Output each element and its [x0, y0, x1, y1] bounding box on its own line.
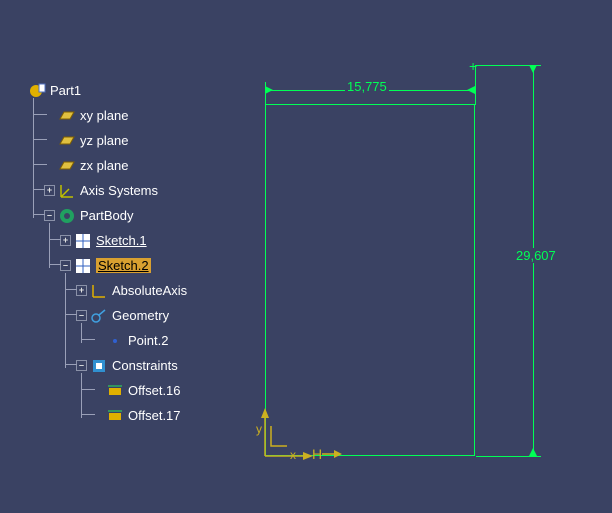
constraints-icon: [90, 357, 108, 375]
tree-connector: [33, 189, 45, 190]
axis-system-icon: [58, 182, 76, 200]
tree-node-yz-plane[interactable]: yz plane: [44, 128, 228, 153]
tree-node-sketch2[interactable]: – Sketch.2: [60, 253, 228, 278]
tree-label: xy plane: [80, 108, 128, 123]
tree-connector: [33, 164, 47, 165]
tree-label-active: Sketch.2: [96, 258, 151, 273]
expand-icon[interactable]: +: [44, 185, 55, 196]
plane-icon: [58, 157, 76, 175]
tree-label: Point.2: [128, 333, 168, 348]
tree-node-xy-plane[interactable]: xy plane: [44, 103, 228, 128]
tree-connector: [81, 323, 82, 343]
axis-x-label: x: [290, 448, 296, 462]
dim-arrow-icon: [529, 448, 537, 456]
geometry-icon: [90, 307, 108, 325]
tree-connector: [49, 264, 61, 265]
collapse-icon[interactable]: –: [44, 210, 55, 221]
tree-connector: [49, 239, 61, 240]
tree-node-offset17[interactable]: Offset.17: [92, 403, 228, 428]
constraint-dim-icon: [106, 407, 124, 425]
dim-v-ext: [476, 456, 541, 457]
tree-connector: [81, 389, 95, 390]
dim-arrow-icon: [265, 86, 273, 94]
axis-y-label: y: [256, 422, 262, 436]
tree-label: yz plane: [80, 133, 128, 148]
h-direction-icon: [302, 446, 342, 465]
gear-part-icon: [28, 82, 46, 100]
tree-spacer: [44, 110, 55, 121]
tree-connector: [65, 273, 66, 368]
tree-spacer: [44, 160, 55, 171]
tree-label: PartBody: [80, 208, 133, 223]
plane-icon: [58, 132, 76, 150]
axis-icon: [90, 282, 108, 300]
tree-label: Axis Systems: [80, 183, 158, 198]
dim-v-value[interactable]: 29,607: [514, 248, 558, 263]
tree-node-offset16[interactable]: Offset.16: [92, 378, 228, 403]
tree-label: Constraints: [112, 358, 178, 373]
tree-connector: [81, 414, 95, 415]
point-marker-icon: +: [469, 58, 477, 74]
tree-connector: [65, 314, 77, 315]
dim-arrow-icon: [529, 65, 537, 73]
tree-connector: [33, 114, 47, 115]
tree-node-geometry[interactable]: – Geometry: [76, 303, 228, 328]
tree-node-sketch1[interactable]: + Sketch.1: [60, 228, 228, 253]
tree-label: Offset.17: [128, 408, 181, 423]
tree-spacer: [92, 410, 103, 421]
tree-node-point2[interactable]: Point.2: [92, 328, 228, 353]
tree-connector: [33, 214, 45, 215]
expand-icon[interactable]: +: [60, 235, 71, 246]
tree-label: Offset.16: [128, 383, 181, 398]
tree-connector: [65, 364, 77, 365]
dim-arrow-icon: [467, 86, 475, 94]
collapse-icon[interactable]: –: [60, 260, 71, 271]
tree-spacer: [92, 385, 103, 396]
tree-connector: [81, 373, 82, 418]
tree-spacer: [44, 135, 55, 146]
sketch-icon: [74, 232, 92, 250]
tree-node-constraints[interactable]: – Constraints: [76, 353, 228, 378]
sketch-icon: [74, 257, 92, 275]
collapse-icon[interactable]: –: [76, 360, 87, 371]
tree-spacer: [92, 335, 103, 346]
expand-icon[interactable]: +: [76, 285, 87, 296]
tree-node-part[interactable]: Part1: [28, 78, 228, 103]
tree-node-partbody[interactable]: – PartBody: [44, 203, 228, 228]
tree-label: Sketch.1: [96, 233, 147, 248]
tree-label: zx plane: [80, 158, 128, 173]
tree-node-absolute-axis[interactable]: + AbsoluteAxis: [76, 278, 228, 303]
collapse-icon[interactable]: –: [76, 310, 87, 321]
specification-tree[interactable]: Part1 xy plane yz plane zx plane + Axis …: [28, 78, 228, 428]
sketch-canvas[interactable]: 15,775 + 29,607 y x H: [240, 50, 600, 480]
plane-icon: [58, 107, 76, 125]
tree-label: Part1: [50, 83, 81, 98]
tree-connector: [49, 223, 50, 268]
tree-node-zx-plane[interactable]: zx plane: [44, 153, 228, 178]
tree-connector: [33, 139, 47, 140]
tree-connector: [65, 289, 77, 290]
angle-indicator-icon: [269, 424, 289, 453]
tree-node-axis-systems[interactable]: + Axis Systems: [44, 178, 228, 203]
tree-label: Geometry: [112, 308, 169, 323]
point-icon: [106, 332, 124, 350]
dim-h-value[interactable]: 15,775: [345, 79, 389, 94]
tree-connector: [33, 98, 34, 218]
constraint-dim-icon: [106, 382, 124, 400]
tree-connector: [81, 339, 95, 340]
tree-label: AbsoluteAxis: [112, 283, 187, 298]
body-gear-icon: [58, 207, 76, 225]
